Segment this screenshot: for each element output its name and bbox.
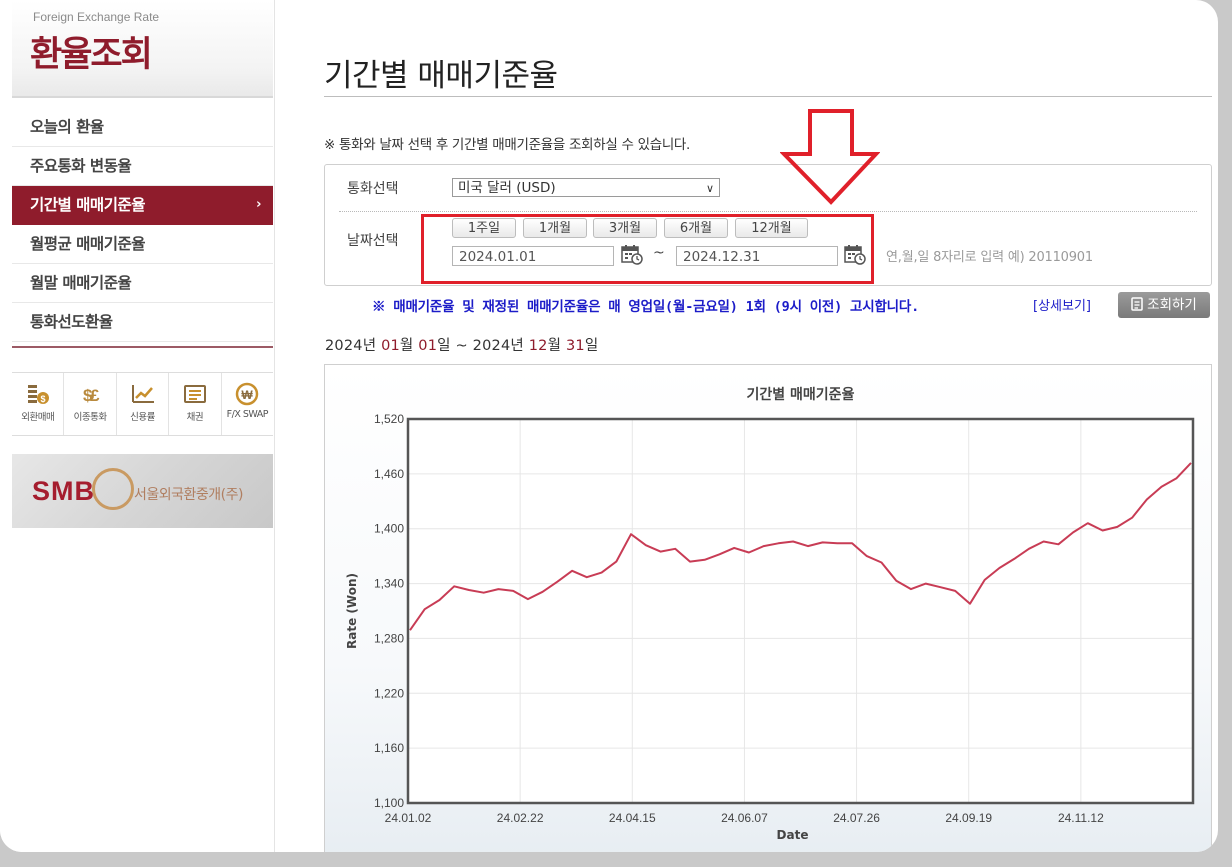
- x-tick-label: 24.09.19: [945, 811, 992, 825]
- quick-link-label: 채권: [186, 412, 204, 423]
- smb-logo-ring: [92, 468, 134, 510]
- y-tick-label: 1,400: [374, 522, 404, 536]
- range-end-month: 12: [528, 338, 548, 354]
- brand-title: 환율조회: [30, 35, 153, 75]
- y-tick-label: 1,100: [374, 796, 404, 810]
- sidebar-item-label: 기간별 매매기준율: [30, 196, 145, 214]
- range-start-year: 2024: [325, 338, 363, 354]
- rate-chart-svg: 기간별 매매기준율 1,100 1,160 1,220 1,280 1,340 1,400 1…: [345, 386, 1195, 842]
- y-tick-label: 1,520: [374, 412, 404, 426]
- sidebar-item-forward-rate[interactable]: 통화선도환율: [12, 303, 273, 342]
- cross-currency-icon: $ £: [64, 381, 115, 409]
- y-tick-label: 1,460: [374, 467, 404, 481]
- date-format-hint: 연,월,일 8자리로 입력 예) 20110901: [886, 250, 1093, 265]
- range-end-day: 31: [565, 338, 585, 354]
- x-tick-label: 24.02.22: [497, 811, 544, 825]
- plot-area: [408, 419, 1193, 803]
- y-tick-label: 1,220: [374, 686, 404, 700]
- range-month-unit: 월: [547, 338, 562, 354]
- quick-link-label: 외환매매: [21, 412, 55, 423]
- page-title: 기간별 매매기준율: [324, 58, 558, 94]
- detail-link[interactable]: [상세보기]: [1033, 295, 1091, 314]
- quick-link-label: 이종통화: [73, 412, 107, 423]
- sidebar-item-label: 통화선도환율: [30, 313, 113, 331]
- y-tick-label: 1,340: [374, 577, 404, 591]
- range-start-day: 01: [418, 338, 438, 354]
- sidebar-item-today-rate[interactable]: 오늘의 환율: [12, 108, 273, 147]
- rate-chart: 기간별 매매기준율 1,100 1,160 1,220 1,280 1,340 1,400 1…: [324, 364, 1212, 852]
- x-tick-label: 24.11.12: [1058, 811, 1104, 825]
- y-axis-label: Rate (Won): [345, 573, 359, 649]
- date-range-summary: 2024년 01월 01일 ~ 2024년 12월 31일: [325, 334, 598, 355]
- bond-icon: [169, 381, 220, 409]
- range-day-unit: 일: [584, 338, 599, 354]
- fx-trading-icon: $: [12, 381, 63, 409]
- y-tick-label: 1,160: [374, 741, 404, 755]
- quick-link-bond[interactable]: 채권: [169, 373, 222, 435]
- x-tick-label: 24.06.07: [721, 811, 768, 825]
- smb-logo: SMB: [32, 476, 95, 506]
- sidebar: Foreign Exchange Rate 환율조회 오늘의 환율 주요통화 변…: [0, 0, 275, 852]
- smb-company-name: 서울외국환중개(주): [134, 487, 243, 503]
- sidebar-item-major-currency-change[interactable]: 주요통화 변동율: [12, 147, 273, 186]
- svg-text:₩: ₩: [242, 388, 254, 402]
- sidebar-divider: [12, 346, 273, 348]
- range-end-year: 2024: [472, 338, 511, 354]
- quick-link-fx-trading[interactable]: $ 외환매매: [12, 373, 65, 435]
- chart-title: 기간별 매매기준율: [747, 386, 855, 403]
- svg-text:$: $: [40, 394, 45, 404]
- brand-header: Foreign Exchange Rate 환율조회: [12, 0, 273, 98]
- filter-panel: 통화선택 미국 달러 (USD) ∨ 날짜선택 1주일 1개월 3개월 6개월 …: [324, 164, 1212, 286]
- search-button-label: 조회하기: [1147, 297, 1197, 313]
- svg-text:£: £: [90, 386, 100, 405]
- range-year-unit: 년: [510, 338, 524, 354]
- x-tick-label: 24.01.02: [385, 811, 432, 825]
- annotation-down-arrow-icon: [780, 109, 880, 205]
- sidebar-menu: 오늘의 환율 주요통화 변동율 기간별 매매기준율 › 월평균 매매기준율 월말 …: [12, 108, 273, 342]
- fx-swap-icon: ₩: [222, 381, 273, 409]
- app-window: Foreign Exchange Rate 환율조회 오늘의 환율 주요통화 변…: [0, 0, 1218, 852]
- guide-text: ※ 통화와 날짜 선택 후 기간별 매매기준율을 조회하실 수 있습니다.: [324, 137, 691, 153]
- quick-links: $ 외환매매 $ £ 이종통화 신용률 채권 ₩ F/X SWAP: [12, 372, 273, 436]
- main-content: 기간별 매매기준율 ※ 통화와 날짜 선택 후 기간별 매매기준율을 조회하실 …: [324, 0, 1212, 852]
- brand-subtitle: Foreign Exchange Rate: [33, 10, 160, 24]
- document-icon: [1131, 297, 1143, 311]
- y-tick-label: 1,280: [374, 631, 404, 645]
- row-divider: [339, 211, 1197, 212]
- x-tick-label: 24.04.15: [609, 811, 656, 825]
- quick-link-label: 신용률: [130, 412, 155, 423]
- chevron-down-icon: ∨: [705, 182, 714, 195]
- sidebar-item-label: 오늘의 환율: [30, 118, 104, 136]
- sidebar-item-monthly-average-rate[interactable]: 월평균 매매기준율: [12, 225, 273, 264]
- smb-banner[interactable]: SMB 서울외국환중개(주): [12, 454, 273, 528]
- range-start-month: 01: [381, 338, 400, 354]
- sidebar-item-label: 주요통화 변동율: [30, 157, 132, 175]
- sidebar-item-period-rate[interactable]: 기간별 매매기준율 ›: [12, 186, 273, 225]
- sidebar-item-month-end-rate[interactable]: 월말 매매기준율: [12, 264, 273, 303]
- quick-link-cross-currency[interactable]: $ £ 이종통화: [64, 373, 117, 435]
- currency-select-value: 미국 달러 (USD): [458, 180, 556, 196]
- quick-link-credit-rate[interactable]: 신용률: [117, 373, 170, 435]
- currency-select[interactable]: 미국 달러 (USD) ∨: [452, 178, 720, 197]
- search-button[interactable]: 조회하기: [1118, 292, 1210, 318]
- quick-link-fx-swap[interactable]: ₩ F/X SWAP: [222, 373, 273, 435]
- currency-label: 통화선택: [347, 181, 399, 197]
- notice-text: ※ 매매기준율 및 재정된 매매기준율은 매 영업일(월-금요일) 1회 (9시…: [372, 299, 920, 315]
- sidebar-item-label: 월평균 매매기준율: [30, 235, 145, 253]
- chevron-right-icon: ›: [256, 197, 261, 212]
- sidebar-item-label: 월말 매매기준율: [30, 274, 132, 292]
- highlight-box: [421, 214, 874, 284]
- date-label: 날짜선택: [347, 233, 399, 249]
- range-year-unit: 년: [362, 338, 377, 354]
- range-separator: ~: [455, 338, 468, 354]
- range-month-unit: 월: [399, 338, 414, 354]
- quick-link-label: F/X SWAP: [226, 409, 269, 420]
- credit-rate-icon: [117, 381, 168, 409]
- x-tick-label: 24.07.26: [833, 811, 880, 825]
- range-day-unit: 일: [437, 338, 451, 354]
- title-divider: [324, 96, 1212, 97]
- x-axis-label: Date: [777, 828, 809, 842]
